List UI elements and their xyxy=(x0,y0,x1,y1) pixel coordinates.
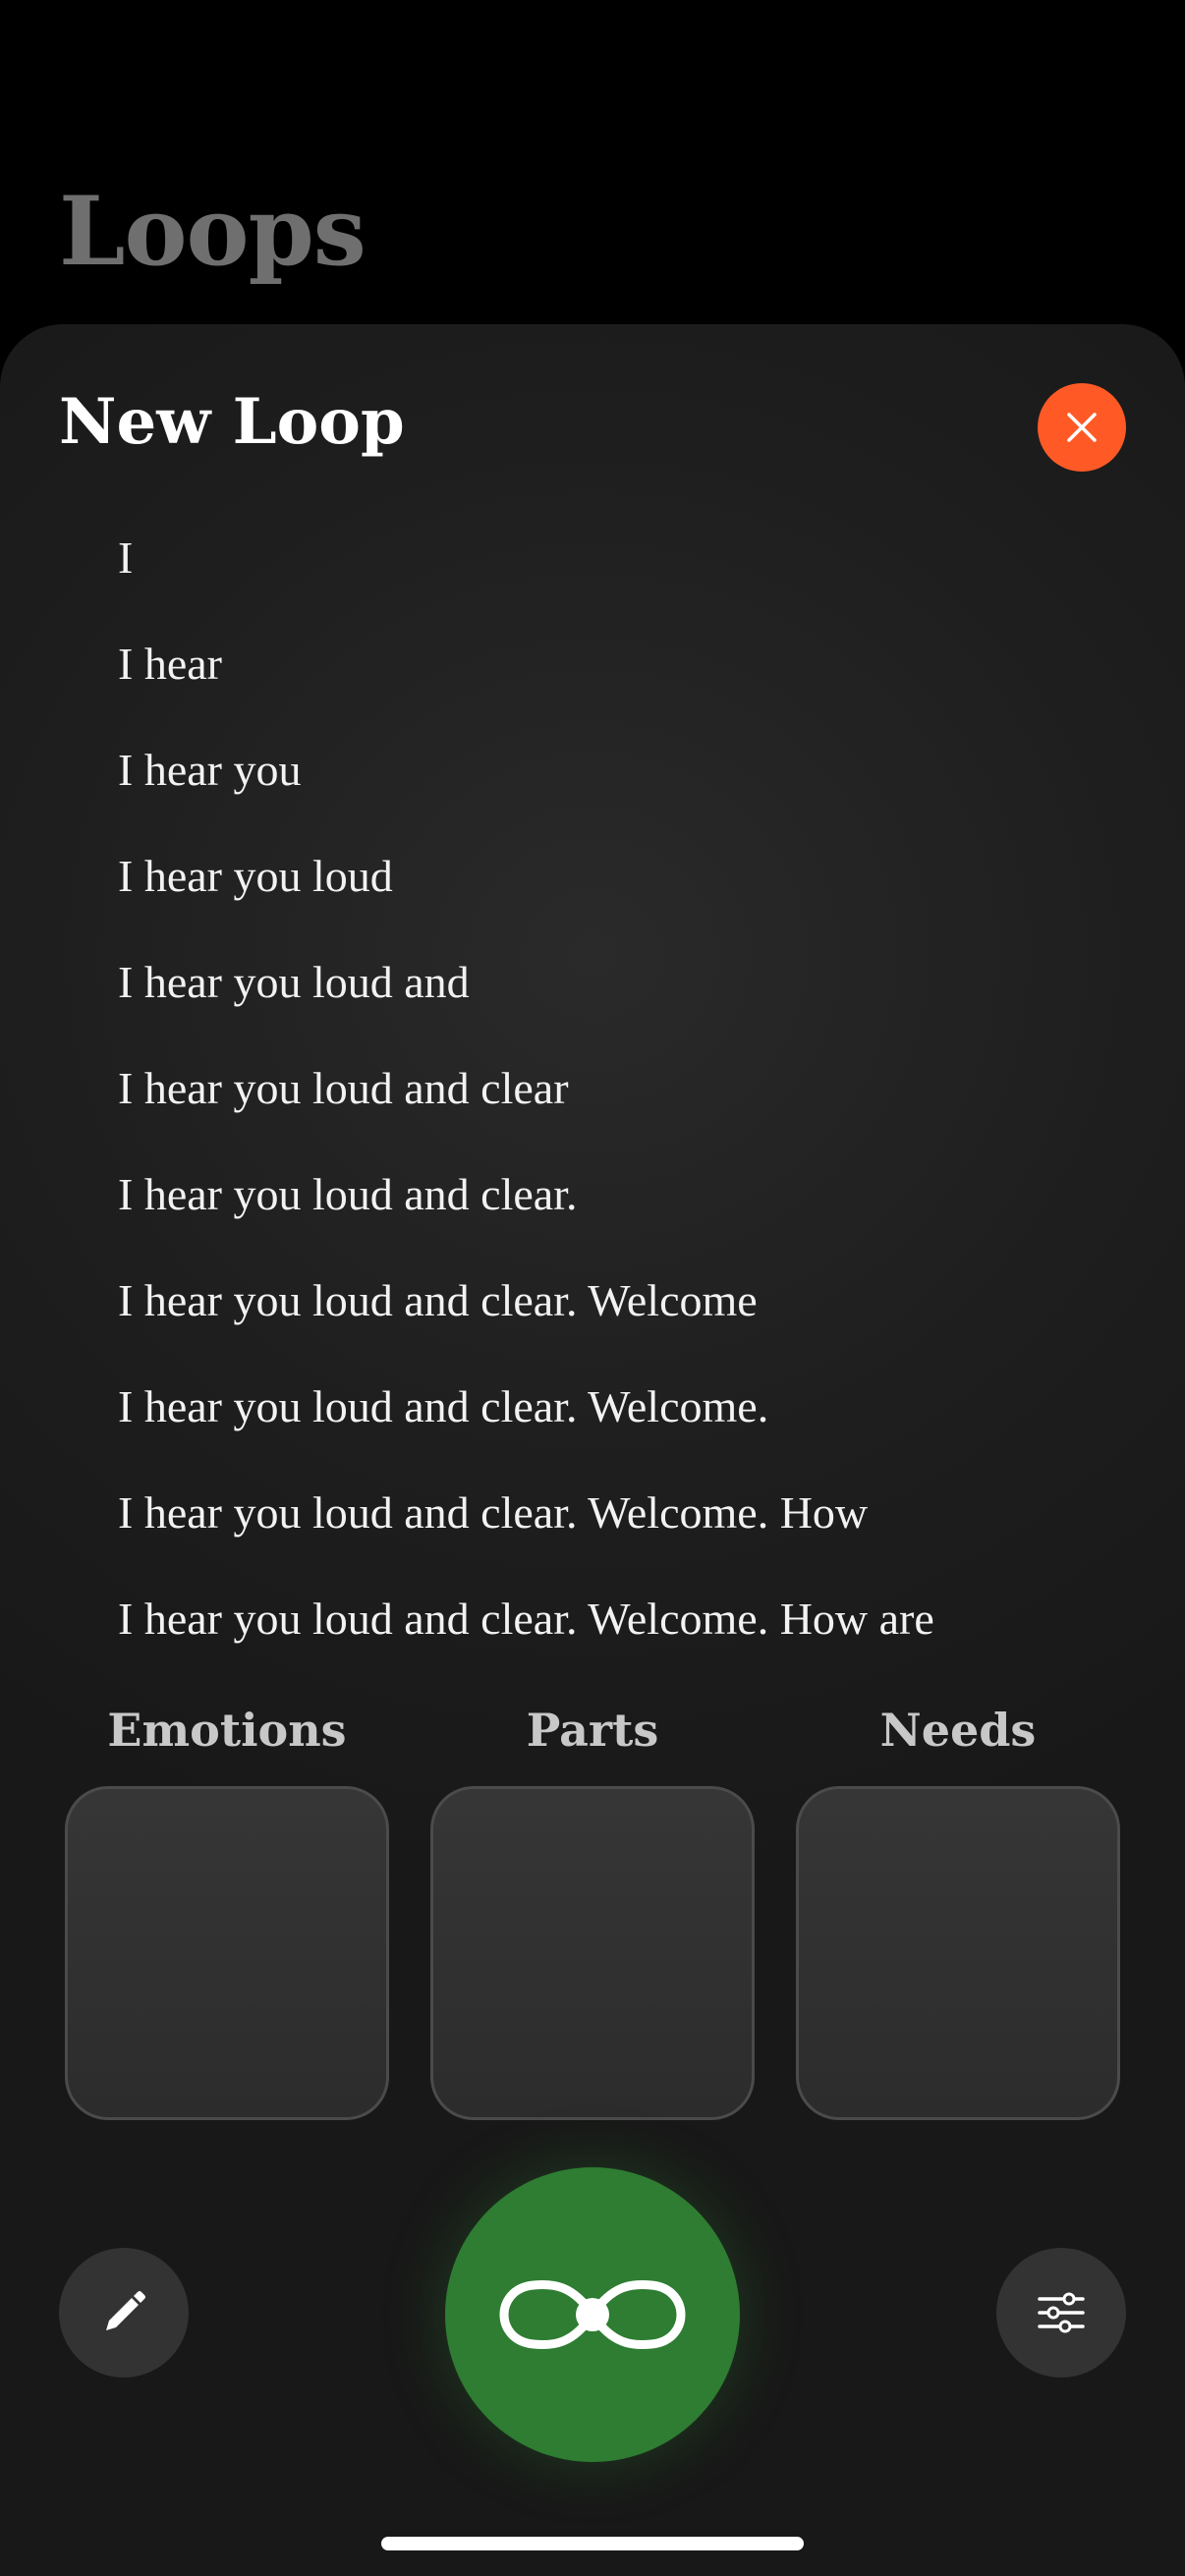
settings-button[interactable] xyxy=(996,2248,1126,2378)
transcript-list: I I hear I hear you I hear you loud I he… xyxy=(118,529,1130,1696)
sliders-icon xyxy=(1038,2292,1085,2333)
transcript-line: I hear you loud and clear xyxy=(118,1063,569,1113)
close-button[interactable] xyxy=(1038,383,1126,472)
edit-button[interactable] xyxy=(59,2248,189,2378)
category-label-needs: Needs xyxy=(879,1704,1037,1757)
parts-box[interactable] xyxy=(430,1786,755,2120)
pencil-icon xyxy=(106,2291,145,2330)
category-needs: Needs xyxy=(796,1708,1120,2120)
transcript-line: I xyxy=(118,532,134,583)
transcript-line: I hear you loud and xyxy=(118,957,470,1007)
transcript-line: I hear you loud and clear. Welcome. xyxy=(118,1381,769,1431)
sheet-title: New Loop xyxy=(59,385,405,459)
home-indicator xyxy=(381,2537,804,2550)
transcript-line: I hear you loud and clear. Welcome xyxy=(118,1275,758,1325)
category-label-parts: Parts xyxy=(526,1704,659,1757)
transcript-line: I hear you loud and clear. Welcome. How … xyxy=(118,1594,934,1644)
transcript-line: I hear you loud and clear. xyxy=(118,1169,578,1219)
new-loop-sheet: New Loop I I hear I hear you I hear you … xyxy=(0,324,1185,2576)
transcript-line: I hear you loud and clear. Welcome. How xyxy=(118,1487,869,1538)
record-loop-button[interactable] xyxy=(445,2167,740,2462)
emotions-box[interactable] xyxy=(65,1786,389,2120)
category-parts: Parts xyxy=(430,1708,755,2120)
category-label-emotions: Emotions xyxy=(107,1704,347,1757)
category-emotions: Emotions xyxy=(65,1708,389,2120)
transcript-line: I hear you loud xyxy=(118,851,393,901)
needs-box[interactable] xyxy=(796,1786,1120,2120)
transcript-line: I hear you xyxy=(118,745,302,795)
close-icon xyxy=(1067,413,1097,442)
infinity-loop-icon xyxy=(499,2280,686,2349)
page-title: Loops xyxy=(59,176,367,287)
transcript-line: I hear xyxy=(118,639,222,689)
